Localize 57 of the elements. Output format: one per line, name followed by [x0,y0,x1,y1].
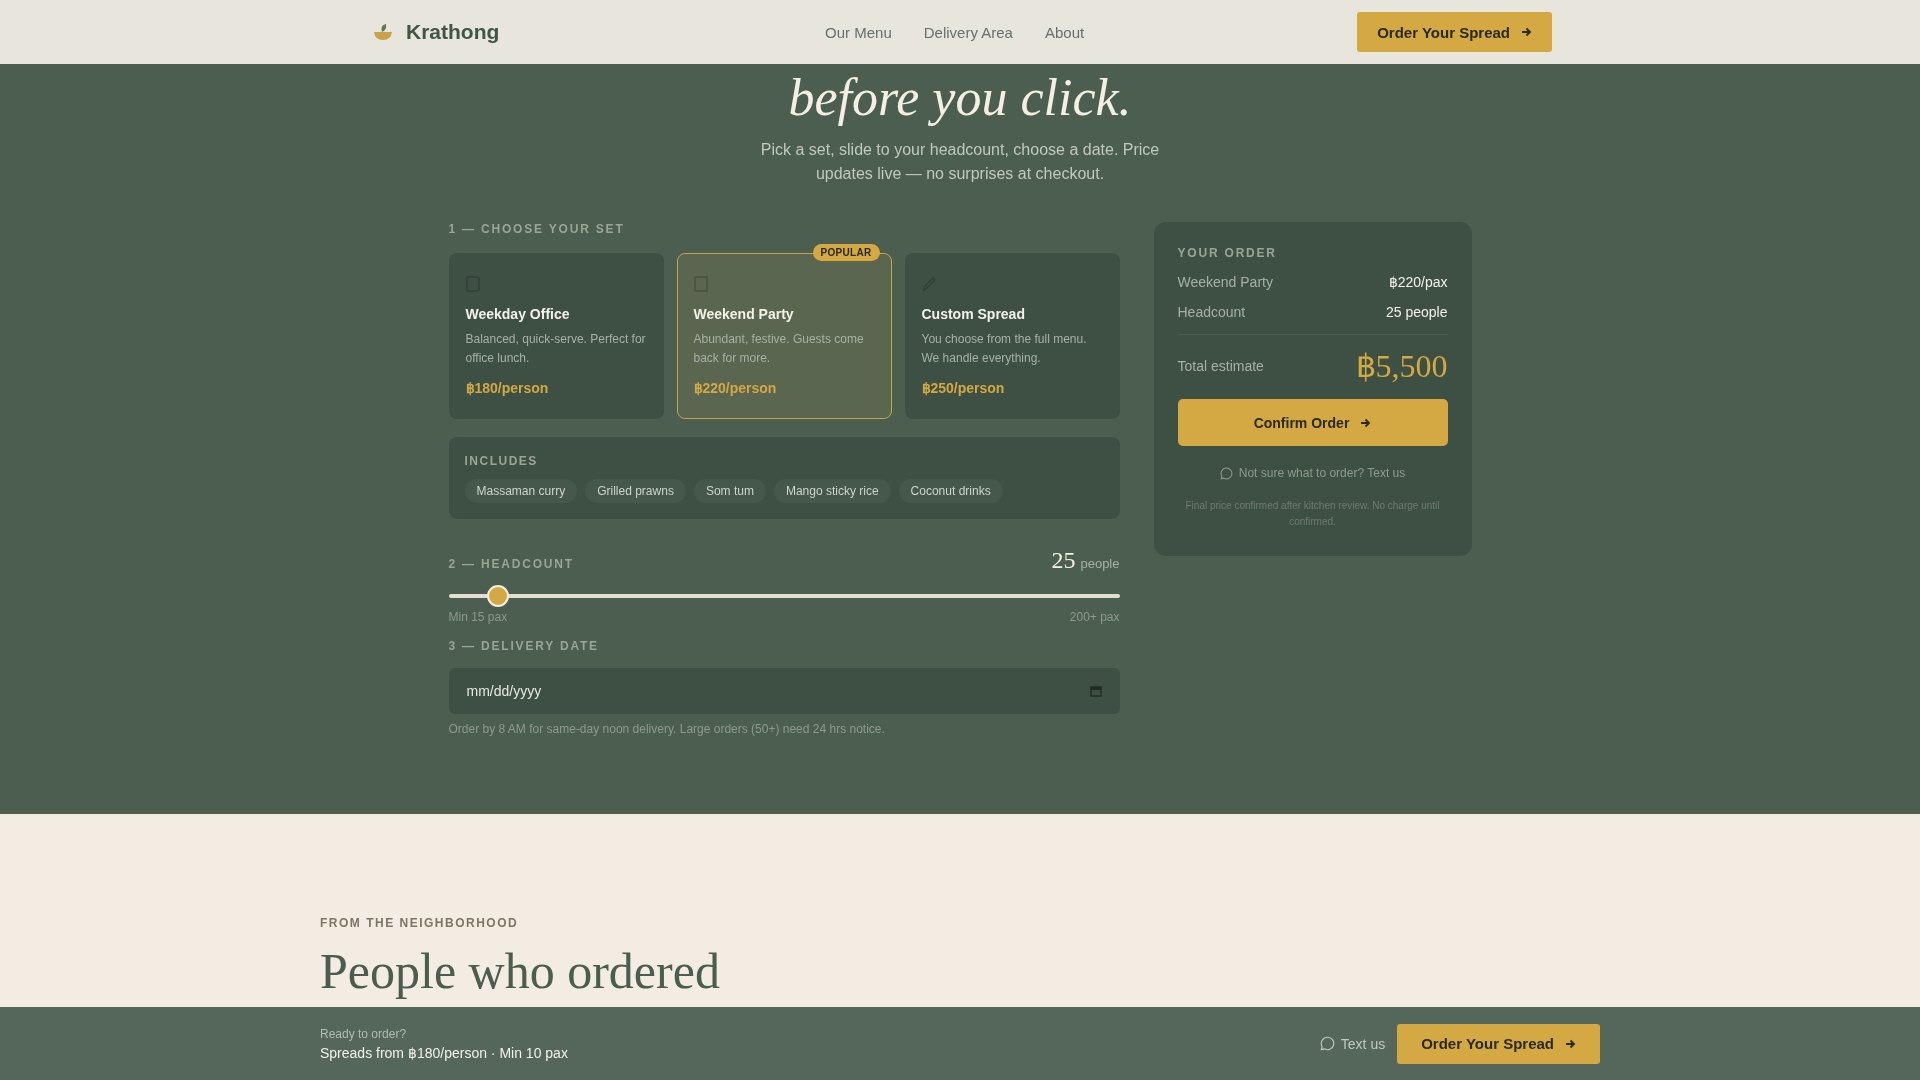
dish-chip: Som tum [693,479,766,503]
arrow-right-icon [1520,26,1532,38]
text-us-link[interactable]: Text us [1319,1035,1386,1052]
headcount-slider[interactable] [448,584,1120,608]
bar-prompt: Ready to order? [320,1026,408,1041]
total-label: Total estimate [1177,358,1264,374]
dish-chip: Coconut drinks [898,479,1003,503]
set-description: Balanced, quick-serve. Perfect for office lunch. [465,331,647,367]
dish-chip: Mango sticky rice [773,479,891,503]
set-description: Abundant, festive. Guests come back for more. [693,331,865,367]
order-spread-button[interactable]: Order Your Spread [1397,1023,1600,1064]
slider-thumb[interactable] [486,585,509,607]
step-heading: 1 — CHOOSE YOUR SET [448,222,626,236]
order-line-label: Weekend Party [1177,274,1273,290]
set-name: Weekend Party [693,306,795,322]
nav-link[interactable]: Delivery Area [923,23,1013,41]
set-description: You choose from the full menu. We handle everything. [921,331,1088,367]
headcount-value: 25 [1051,547,1076,573]
set-price: ฿250/person [921,380,1006,396]
bar-summary: Spreads from ฿180/person · Min 10 pax [320,1044,568,1061]
delivery-note: Order by 8 AM for same-day noon delivery. Large orders (50+) need 24 hrs notice. [448,722,886,736]
arrow-right-icon [1359,416,1372,429]
hero-subtitle: Pick a set, slide to your headcount, choose a date. Price updates live — no surprises at checkout. [759,140,1161,184]
set-price: ฿180/person [465,380,550,396]
includes-heading: INCLUDES [464,454,539,468]
step-heading: 2 — HEADCOUNT [448,557,574,571]
dish-chip: Massaman curry [464,479,578,503]
section-title: People who ordered [320,944,721,999]
order-line-value: ฿220/pax [1388,274,1448,290]
arrow-right-icon [1564,1037,1576,1050]
popular-badge: POPULAR [812,244,880,261]
order-heading: YOUR ORDER [1177,246,1278,260]
order-line-value: 25 people [1386,304,1448,320]
set-name: Weekday Office [465,306,571,322]
brand-name[interactable]: Krathong [406,20,500,44]
headcount-unit: people [1080,556,1120,571]
slider-min-label: Min 15 pax [448,610,508,624]
confirm-order-button[interactable]: Confirm Order [1177,399,1448,446]
calendar-icon [1089,685,1102,697]
chat-bubble-icon [1219,466,1233,480]
date-input-field[interactable]: mm/dd/yyyy [448,668,1120,714]
slider-max-label: 200+ pax [1069,610,1120,624]
set-option-card[interactable]: Weekday Office Balanced, quick-serve. Perfect for office lunch. ฿180/person [448,253,664,419]
set-option-card[interactable]: Custom Spread You choose from the full menu. We handle everything. ฿250/person [904,253,1120,419]
set-name: Custom Spread [921,306,1026,322]
chat-bubble-icon [1319,1036,1335,1051]
order-spread-button[interactable]: Order Your Spread [1357,12,1552,52]
bowl-leaf-logo-icon [372,22,394,42]
step-heading: 3 — DELIVERY DATE [448,639,600,653]
total-amount: ฿5,500 [1355,347,1448,385]
dish-chip: Grilled prawns [585,479,686,503]
section-eyebrow: FROM THE NEIGHBORHOOD [320,916,520,930]
set-price: ฿220/person [693,380,778,396]
nav-link[interactable]: Our Menu [825,23,892,41]
order-line-label: Headcount [1177,304,1246,320]
hero-title: before you click. [788,72,1132,124]
nav-link[interactable]: About [1044,23,1085,41]
